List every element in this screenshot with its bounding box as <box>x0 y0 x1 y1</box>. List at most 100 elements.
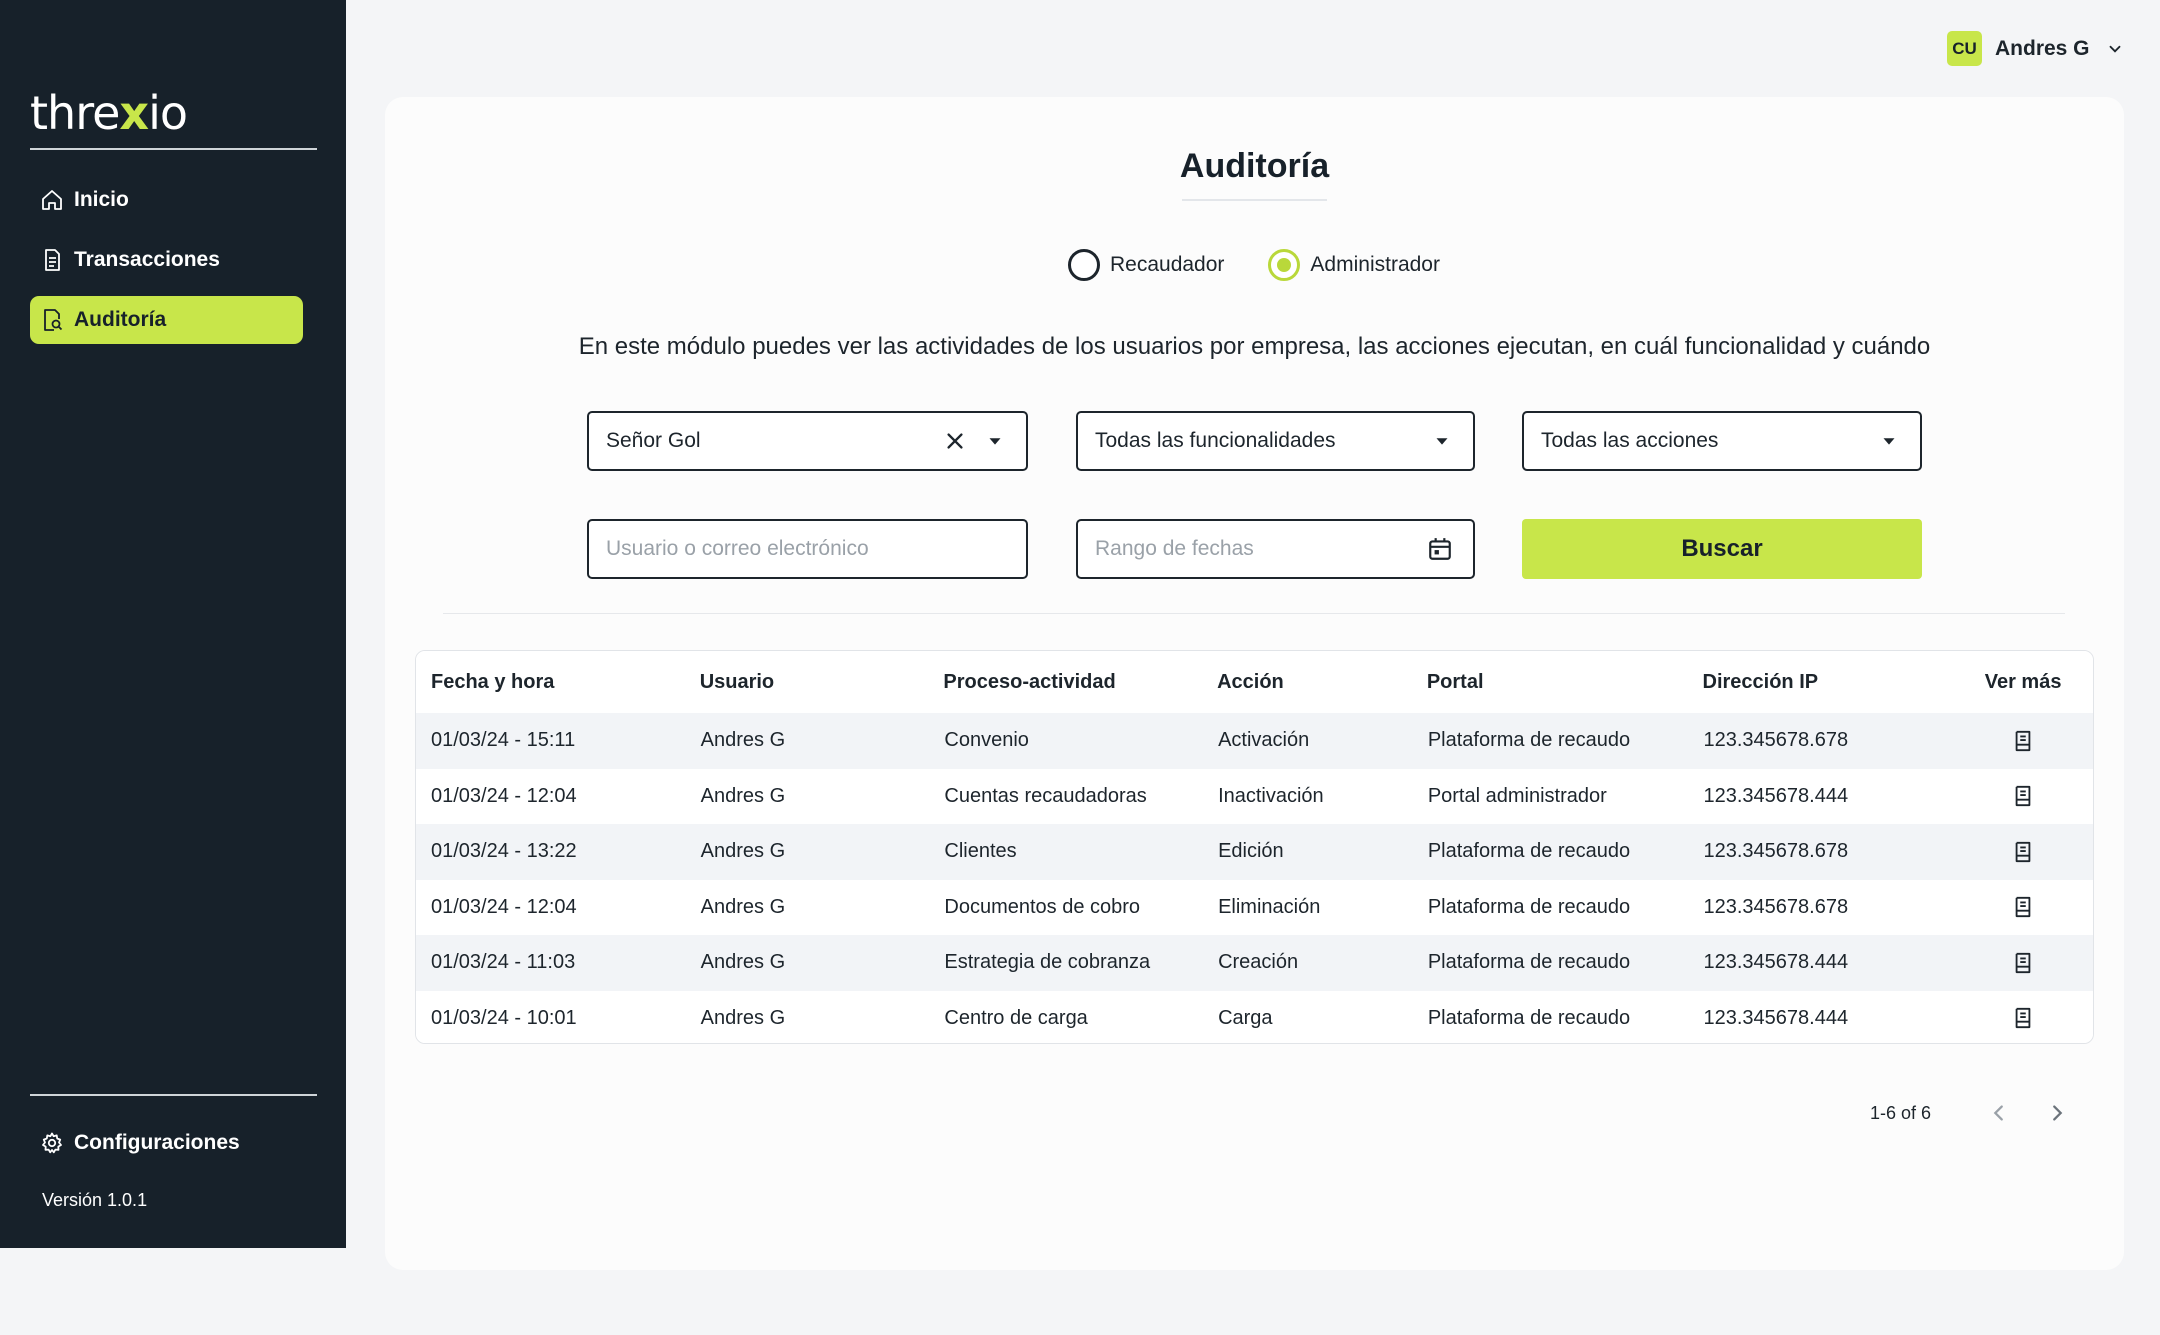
audit-table: Fecha y hora Usuario Proceso-actividad A… <box>415 650 2094 1044</box>
sidebar-item-label: Transacciones <box>74 248 220 271</box>
table-row: 01/03/24 - 11:03 Andres G Estrategia de … <box>416 935 2093 991</box>
header-proceso: Proceso-actividad <box>943 670 1116 693</box>
usuario-input[interactable]: Usuario o correo electrónico <box>587 519 1028 579</box>
cell-fecha: 01/03/24 - 10:01 <box>431 1006 577 1029</box>
chevron-right-icon <box>2053 1105 2063 1121</box>
header-ip: Dirección IP <box>1702 670 1819 693</box>
sidebar-item-label: Inicio <box>74 188 129 211</box>
cell-proceso: Estrategia de cobranza <box>944 951 1151 974</box>
cell-usuario: Andres G <box>700 1006 786 1029</box>
search-button[interactable]: Buscar <box>1522 519 1922 579</box>
table-row: 01/03/24 - 10:01 Andres G Centro de carg… <box>416 990 2093 1043</box>
cell-ver-mas <box>1953 1007 2093 1029</box>
cell-usuario: Andres G <box>700 895 786 918</box>
cell-ip: 123.345678.444 <box>1703 1006 1849 1029</box>
cell-accion: Inactivación <box>1218 784 1324 807</box>
radio-label: Administrador <box>1310 253 1440 276</box>
cell-ver-mas <box>1953 952 2093 974</box>
cell-usuario: Andres G <box>700 784 786 807</box>
chevron-down-icon <box>2109 45 2120 53</box>
receipt-icon[interactable] <box>2012 841 2034 863</box>
header-portal: Portal <box>1426 670 1484 693</box>
sidebar-divider-top <box>30 148 317 150</box>
acciones-select-value: Todas las acciones <box>1541 429 1719 452</box>
caret-down-icon[interactable] <box>1431 430 1453 452</box>
cell-ip: 123.345678.444 <box>1703 784 1849 807</box>
table-header: Fecha y hora Usuario Proceso-actividad A… <box>416 651 2093 713</box>
table-row: 01/03/24 - 12:04 Andres G Cuentas recaud… <box>416 768 2093 824</box>
cell-proceso: Cuentas recaudadoras <box>944 784 1147 807</box>
cell-proceso: Documentos de cobro <box>944 895 1141 918</box>
caret-down-icon[interactable] <box>1878 430 1900 452</box>
logo-text-pre: thre <box>30 86 120 140</box>
cell-usuario: Andres G <box>700 840 786 863</box>
sidebar-item-label: Auditoría <box>74 308 167 331</box>
cell-accion: Creación <box>1218 951 1299 974</box>
cell-proceso: Convenio <box>944 729 1029 752</box>
cell-ver-mas <box>1953 841 2093 863</box>
header-accion: Acción <box>1217 670 1284 693</box>
module-description: En este módulo puedes ver las actividade… <box>578 333 1931 360</box>
cell-ip: 123.345678.678 <box>1703 895 1849 918</box>
sidebar: threxio Inicio Transacciones Auditoría C… <box>0 0 346 1248</box>
radio-circle-unchecked[interactable] <box>1068 249 1100 281</box>
receipt-icon[interactable] <box>2012 952 2034 974</box>
table-body: 01/03/24 - 15:11 Andres G Convenio Activ… <box>416 713 2093 1043</box>
cell-usuario: Andres G <box>700 729 786 752</box>
empresa-select[interactable]: Señor Gol <box>587 411 1028 471</box>
main-card: Auditoría Recaudador Administrador En es… <box>385 97 2124 1270</box>
date-range-input[interactable]: Rango de fechas <box>1076 519 1475 579</box>
cell-accion: Carga <box>1218 1006 1273 1029</box>
funcionalidad-select[interactable]: Todas las funcionalidades <box>1076 411 1475 471</box>
cell-usuario: Andres G <box>700 951 786 974</box>
cell-fecha: 01/03/24 - 12:04 <box>431 784 577 807</box>
audit-icon <box>40 307 74 333</box>
table-row: 01/03/24 - 12:04 Andres G Documentos de … <box>416 879 2093 935</box>
cell-portal: Portal administrador <box>1427 784 1607 807</box>
receipt-icon[interactable] <box>2012 896 2034 918</box>
caret-down-icon[interactable] <box>984 430 1006 452</box>
cell-accion: Activación <box>1218 729 1310 752</box>
sidebar-item-transacciones[interactable]: Transacciones <box>30 236 303 284</box>
logo-text-x: x <box>119 86 149 140</box>
sidebar-item-configuraciones[interactable]: Configuraciones <box>30 1119 240 1167</box>
receipt-icon[interactable] <box>2012 1007 2034 1029</box>
header-usuario: Usuario <box>699 670 775 693</box>
document-icon <box>40 247 74 273</box>
page-title: Auditoría <box>1179 147 1330 185</box>
sidebar-item-auditoria[interactable]: Auditoría <box>30 296 303 344</box>
gear-icon <box>40 1130 74 1156</box>
cell-ver-mas <box>1953 730 2093 752</box>
calendar-icon[interactable] <box>1427 536 1453 562</box>
receipt-icon[interactable] <box>2012 730 2034 752</box>
cell-fecha: 01/03/24 - 12:04 <box>431 895 577 918</box>
cell-fecha: 01/03/24 - 11:03 <box>431 951 576 974</box>
user-menu[interactable]: CU Andres G <box>1947 31 2124 66</box>
cell-fecha: 01/03/24 - 15:11 <box>431 729 576 752</box>
cell-ip: 123.345678.444 <box>1703 951 1849 974</box>
sidebar-item-inicio[interactable]: Inicio <box>30 176 303 224</box>
chevron-left-icon <box>1993 1105 2003 1121</box>
empresa-select-value: Señor Gol <box>606 429 701 452</box>
threxio-logo[interactable]: threxio <box>30 86 188 140</box>
cell-ver-mas <box>1953 785 2093 807</box>
acciones-select[interactable]: Todas las acciones <box>1522 411 1922 471</box>
usuario-input-placeholder: Usuario o correo electrónico <box>606 537 869 560</box>
pagination-range: 1-6 of 6 <box>1870 1102 1932 1123</box>
prev-page-button[interactable] <box>1987 1101 2011 1125</box>
table-row: 01/03/24 - 15:11 Andres G Convenio Activ… <box>416 713 2093 769</box>
cell-fecha: 01/03/24 - 13:22 <box>431 840 577 863</box>
radio-label: Recaudador <box>1110 253 1225 276</box>
receipt-icon[interactable] <box>2012 785 2034 807</box>
cell-portal: Plataforma de recaudo <box>1427 1006 1631 1029</box>
radio-circle-checked[interactable] <box>1268 249 1301 281</box>
cell-portal: Plataforma de recaudo <box>1427 729 1631 752</box>
next-page-button[interactable] <box>2045 1101 2069 1125</box>
header-ver-mas: Ver más <box>1984 670 2062 693</box>
close-icon[interactable] <box>944 430 966 452</box>
home-icon <box>40 187 74 213</box>
radio-administrador[interactable]: Administrador <box>1268 249 1440 281</box>
cell-proceso: Centro de carga <box>944 1006 1088 1029</box>
radio-recaudador[interactable]: Recaudador <box>1068 249 1224 281</box>
cell-portal: Plataforma de recaudo <box>1427 895 1631 918</box>
